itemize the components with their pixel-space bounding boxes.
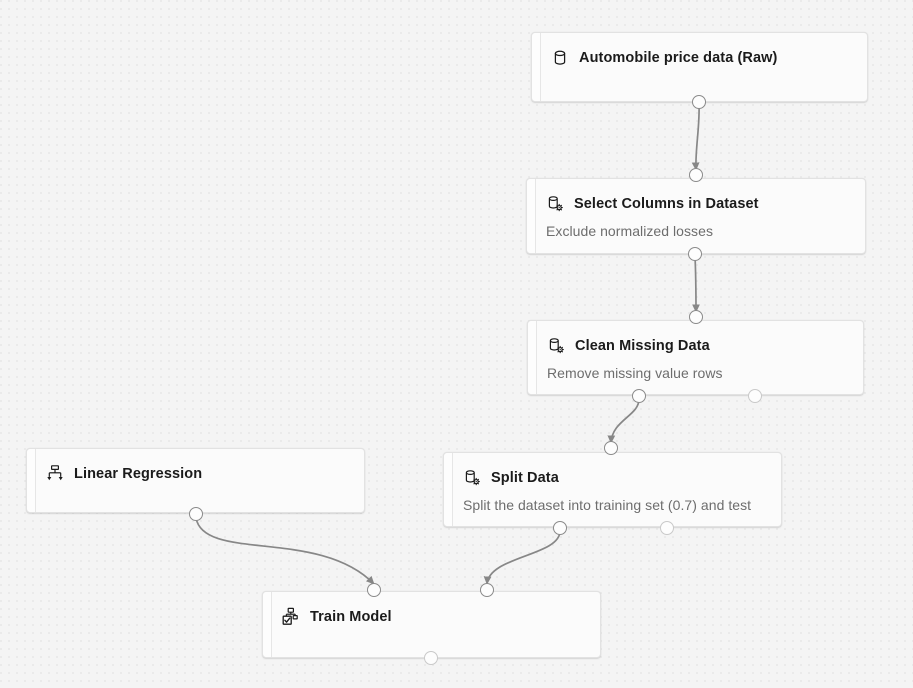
node-split-data[interactable]: Split Data Split the dataset into trainin… bbox=[443, 452, 782, 527]
port-output-automobile-price-data-raw[interactable] bbox=[692, 95, 706, 109]
port-input-train-model[interactable] bbox=[367, 583, 381, 597]
port-input-train-model[interactable] bbox=[480, 583, 494, 597]
node-subtitle: Remove missing value rows bbox=[547, 365, 723, 381]
hierarchy-icon bbox=[45, 464, 65, 484]
node-title: Automobile price data (Raw) bbox=[579, 50, 777, 66]
node-header: Select Columns in Dataset bbox=[545, 194, 759, 214]
node-header: Train Model bbox=[281, 607, 392, 627]
pipeline-canvas[interactable]: Automobile price data (Raw) Select Column… bbox=[0, 0, 913, 688]
node-clean-missing-data[interactable]: Clean Missing Data Remove missing value r… bbox=[527, 320, 864, 395]
database-settings-icon bbox=[462, 468, 482, 488]
port-output-split-data[interactable] bbox=[553, 521, 567, 535]
node-content: Select Columns in Dataset Exclude normali… bbox=[545, 179, 855, 253]
edge-clean-to-split[interactable] bbox=[611, 399, 639, 443]
database-settings-icon bbox=[546, 336, 566, 356]
port-input-select-columns-in-dataset[interactable] bbox=[689, 168, 703, 182]
node-header: Automobile price data (Raw) bbox=[550, 48, 777, 68]
node-content: Split Data Split the dataset into trainin… bbox=[462, 453, 771, 526]
node-header: Split Data bbox=[462, 468, 559, 488]
edge-raw-to-select[interactable] bbox=[696, 104, 699, 170]
port-output-train-model[interactable] bbox=[424, 651, 438, 665]
port-output-clean-missing-data[interactable] bbox=[748, 389, 762, 403]
port-input-clean-missing-data[interactable] bbox=[689, 310, 703, 324]
node-title: Clean Missing Data bbox=[575, 338, 710, 354]
train-model-icon bbox=[281, 607, 301, 627]
port-input-split-data[interactable] bbox=[604, 441, 618, 455]
edge-linreg-to-train[interactable] bbox=[196, 518, 374, 584]
node-subtitle: Exclude normalized losses bbox=[546, 223, 713, 239]
train-model-icon bbox=[281, 607, 301, 627]
node-select-columns-in-dataset[interactable]: Select Columns in Dataset Exclude normali… bbox=[526, 178, 866, 254]
port-output-split-data[interactable] bbox=[660, 521, 674, 535]
port-output-clean-missing-data[interactable] bbox=[632, 389, 646, 403]
node-title: Split Data bbox=[491, 470, 559, 486]
edge-select-to-clean[interactable] bbox=[695, 256, 696, 312]
port-output-select-columns-in-dataset[interactable] bbox=[688, 247, 702, 261]
node-content: Clean Missing Data Remove missing value r… bbox=[546, 321, 853, 394]
node-header: Linear Regression bbox=[45, 464, 202, 484]
node-subtitle: Split the dataset into training set (0.7… bbox=[463, 497, 751, 513]
node-title: Select Columns in Dataset bbox=[574, 196, 759, 212]
database-settings-icon bbox=[546, 336, 566, 356]
node-linear-regression[interactable]: Linear Regression bbox=[26, 448, 365, 513]
node-content: Linear Regression bbox=[45, 449, 354, 512]
node-content: Train Model bbox=[281, 592, 590, 657]
database-icon bbox=[550, 48, 570, 68]
hierarchy-icon bbox=[45, 464, 65, 484]
node-automobile-price-data-raw[interactable]: Automobile price data (Raw) bbox=[531, 32, 868, 102]
node-train-model[interactable]: Train Model bbox=[262, 591, 601, 658]
node-content: Automobile price data (Raw) bbox=[550, 33, 857, 101]
node-title: Linear Regression bbox=[74, 466, 202, 482]
database-icon bbox=[550, 48, 570, 68]
node-title: Train Model bbox=[310, 609, 392, 625]
database-settings-icon bbox=[545, 194, 565, 214]
database-settings-icon bbox=[545, 194, 565, 214]
edge-split-to-train[interactable] bbox=[487, 531, 560, 584]
port-output-linear-regression[interactable] bbox=[189, 507, 203, 521]
database-settings-icon bbox=[462, 468, 482, 488]
node-header: Clean Missing Data bbox=[546, 336, 710, 356]
